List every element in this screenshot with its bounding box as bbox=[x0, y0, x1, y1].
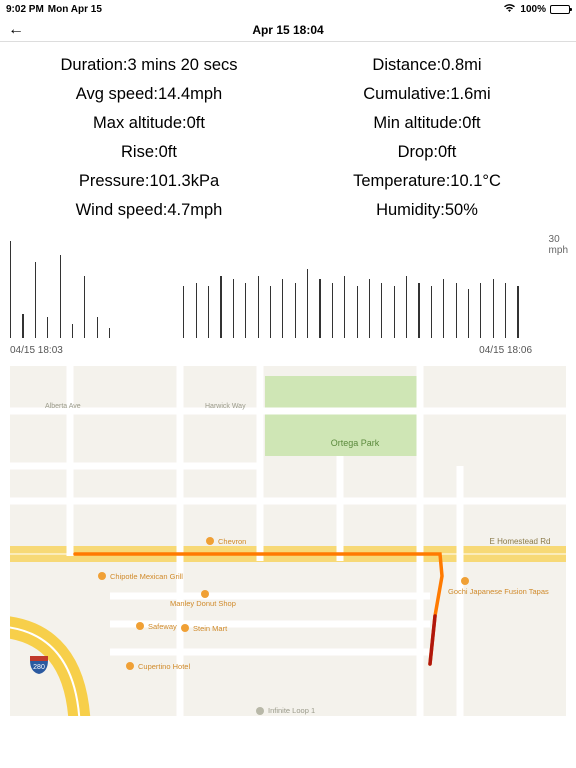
chart-bar bbox=[394, 286, 395, 338]
status-bar: 9:02 PM Mon Apr 15 100% bbox=[0, 0, 576, 18]
chart-bar bbox=[245, 283, 246, 338]
svg-text:Alberta Ave: Alberta Ave bbox=[45, 403, 81, 410]
stat-row: Wind speed:4.7mph Humidity:50% bbox=[10, 201, 566, 220]
back-button[interactable]: ← bbox=[8, 18, 24, 42]
stat-row: Pressure:101.3kPa Temperature:10.1°C bbox=[10, 172, 566, 191]
stat-rise: Rise:0ft bbox=[10, 143, 288, 162]
stat-humidity: Humidity:50% bbox=[288, 201, 566, 220]
chart-bar bbox=[270, 286, 271, 338]
map-park-label: Ortega Park bbox=[331, 438, 380, 448]
svg-text:Cupertino Hotel: Cupertino Hotel bbox=[138, 662, 190, 671]
svg-text:280: 280 bbox=[33, 664, 45, 671]
speed-chart: 30 mph 04/15 18:03 04/15 18:06 bbox=[10, 234, 566, 356]
chart-bar bbox=[381, 283, 382, 338]
chart-bar bbox=[369, 279, 370, 338]
chart-bar bbox=[493, 279, 494, 338]
stat-pressure: Pressure:101.3kPa bbox=[10, 172, 288, 191]
svg-text:Infinite Loop 1: Infinite Loop 1 bbox=[268, 706, 315, 715]
chart-bar bbox=[332, 283, 333, 338]
chart-x-end: 04/15 18:06 bbox=[479, 345, 532, 356]
stat-avg-speed: Avg speed:14.4mph bbox=[10, 85, 288, 104]
stat-row: Avg speed:14.4mph Cumulative:1.6mi bbox=[10, 85, 566, 104]
svg-text:Stein Mart: Stein Mart bbox=[193, 624, 228, 633]
battery-icon bbox=[550, 5, 570, 14]
stat-max-altitude: Max altitude:0ft bbox=[10, 114, 288, 133]
status-time: 9:02 PM bbox=[6, 4, 44, 15]
chart-bar bbox=[208, 286, 209, 338]
chart-bar bbox=[220, 276, 221, 338]
back-arrow-icon: ← bbox=[8, 21, 24, 39]
chart-y-label: 30 mph bbox=[549, 234, 568, 256]
chart-bar bbox=[418, 283, 419, 338]
chart-bar bbox=[196, 283, 197, 338]
stat-temperature: Temperature:10.1°C bbox=[288, 172, 566, 191]
chart-bar bbox=[344, 276, 345, 338]
status-date: Mon Apr 15 bbox=[48, 4, 102, 15]
chart-bar bbox=[319, 279, 320, 338]
status-left: 9:02 PM Mon Apr 15 bbox=[6, 4, 102, 15]
chart-bar bbox=[60, 255, 61, 338]
page-title: Apr 15 18:04 bbox=[252, 23, 323, 37]
stat-cumulative: Cumulative:1.6mi bbox=[288, 85, 566, 104]
chart-bar bbox=[431, 286, 432, 338]
stat-row: Rise:0ft Drop:0ft bbox=[10, 143, 566, 162]
title-bar: ← Apr 15 18:04 bbox=[0, 18, 576, 42]
wifi-icon bbox=[503, 3, 516, 16]
stat-distance: Distance:0.8mi bbox=[288, 56, 566, 75]
chart-bar bbox=[22, 314, 23, 338]
stat-row: Duration:3 mins 20 secs Distance:0.8mi bbox=[10, 56, 566, 75]
chart-bar bbox=[233, 279, 234, 338]
chart-bar bbox=[47, 317, 48, 338]
chart-bar bbox=[468, 289, 469, 338]
chart-bar bbox=[97, 317, 98, 338]
chart-bar bbox=[109, 328, 110, 338]
chart-bar bbox=[84, 276, 85, 338]
map-svg: Ortega Park 280 E Homestead Rd bbox=[10, 366, 566, 716]
svg-text:Chevron: Chevron bbox=[218, 537, 246, 546]
chart-bar bbox=[505, 283, 506, 338]
chart-bar bbox=[35, 262, 36, 338]
chart-bar bbox=[258, 276, 259, 338]
stat-min-altitude: Min altitude:0ft bbox=[288, 114, 566, 133]
svg-text:Safeway: Safeway bbox=[148, 622, 177, 631]
stat-drop: Drop:0ft bbox=[288, 143, 566, 162]
chart-bar bbox=[357, 286, 358, 338]
svg-text:E Homestead Rd: E Homestead Rd bbox=[490, 537, 551, 546]
chart-bar bbox=[406, 276, 407, 338]
svg-text:Chipotle Mexican Grill: Chipotle Mexican Grill bbox=[110, 572, 183, 581]
chart-bar bbox=[480, 283, 481, 338]
chart-x-axis: 04/15 18:03 04/15 18:06 bbox=[10, 345, 532, 356]
status-right: 100% bbox=[503, 3, 570, 16]
route-map[interactable]: Ortega Park 280 E Homestead Rd bbox=[10, 366, 566, 716]
chart-x-start: 04/15 18:03 bbox=[10, 345, 63, 356]
stats-panel: Duration:3 mins 20 secs Distance:0.8mi A… bbox=[0, 42, 576, 226]
chart-bar bbox=[443, 279, 444, 338]
chart-bar bbox=[282, 279, 283, 338]
battery-percent: 100% bbox=[520, 4, 546, 15]
chart-bar bbox=[10, 241, 11, 338]
chart-bars bbox=[10, 234, 532, 338]
stat-wind-speed: Wind speed:4.7mph bbox=[10, 201, 288, 220]
chart-bar bbox=[456, 283, 457, 338]
svg-text:Gochi Japanese Fusion Tapas: Gochi Japanese Fusion Tapas bbox=[448, 587, 549, 596]
chart-bar bbox=[72, 324, 73, 338]
svg-text:Manley Donut Shop: Manley Donut Shop bbox=[170, 599, 236, 608]
chart-bar bbox=[295, 283, 296, 338]
chart-bar bbox=[307, 269, 308, 338]
stat-duration: Duration:3 mins 20 secs bbox=[10, 56, 288, 75]
chart-bar bbox=[183, 286, 184, 338]
chart-bar bbox=[517, 286, 518, 338]
svg-text:Harwick Way: Harwick Way bbox=[205, 403, 246, 410]
stat-row: Max altitude:0ft Min altitude:0ft bbox=[10, 114, 566, 133]
